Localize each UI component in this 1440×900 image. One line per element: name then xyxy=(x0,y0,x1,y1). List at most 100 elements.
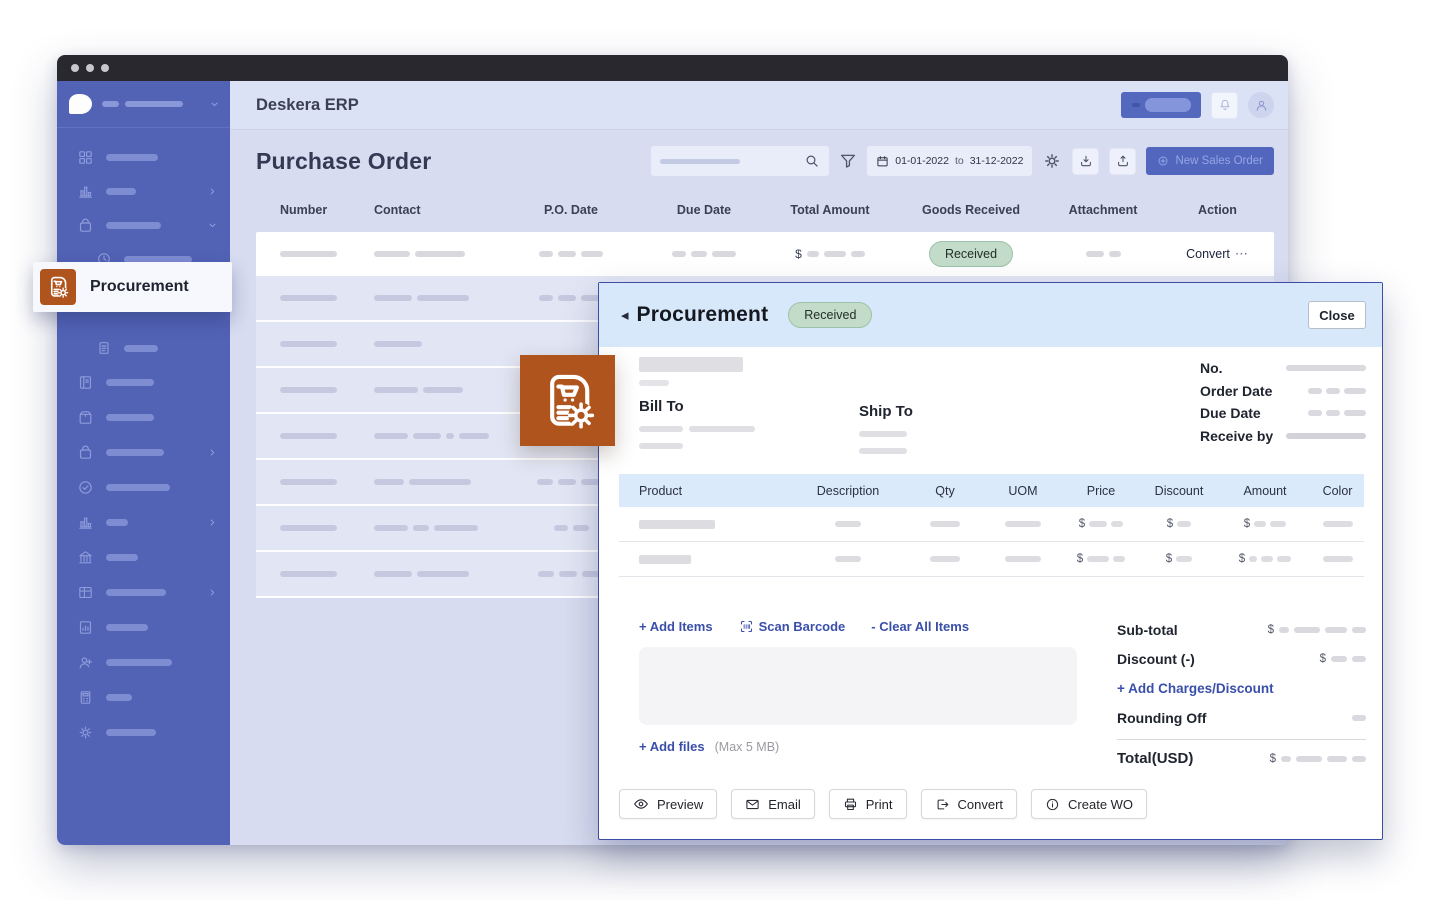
placeholder-bar xyxy=(1326,388,1340,394)
new-sales-order-button[interactable]: New Sales Order xyxy=(1146,147,1274,175)
window-control-icon[interactable] xyxy=(71,64,79,72)
sidebar-item[interactable] xyxy=(57,400,230,435)
filter-icon[interactable] xyxy=(839,152,857,170)
column-header: P.O. Date xyxy=(498,203,644,217)
discount-value[interactable]: $ xyxy=(1320,653,1366,665)
bell-icon xyxy=(1218,98,1232,112)
currency-symbol: $ xyxy=(1268,624,1274,636)
placeholder-bar xyxy=(1113,556,1125,562)
status-badge: Received xyxy=(788,302,872,328)
receive-by-field[interactable] xyxy=(1286,433,1366,439)
placeholder-bar xyxy=(124,345,158,352)
placeholder-bar xyxy=(106,554,138,561)
placeholder-bar xyxy=(1249,556,1257,562)
sidebar-item[interactable] xyxy=(57,505,230,540)
sidebar-item[interactable] xyxy=(57,140,230,174)
export-button[interactable] xyxy=(1109,148,1136,175)
close-button[interactable]: Close xyxy=(1308,301,1366,329)
add-charges-discount-link[interactable]: + Add Charges/Discount xyxy=(1117,681,1274,696)
document-icon xyxy=(96,340,112,356)
rounding-off-value[interactable] xyxy=(1352,715,1366,721)
placeholder-bar xyxy=(824,251,846,257)
date-range-picker[interactable]: 01-01-2022 to 31-12-2022 xyxy=(867,146,1032,176)
window-control-icon[interactable] xyxy=(101,64,109,72)
import-button[interactable] xyxy=(1072,148,1099,175)
placeholder-bar xyxy=(413,433,441,439)
sidebar-item[interactable] xyxy=(57,575,230,610)
placeholder-bar xyxy=(106,414,154,421)
convert-button[interactable]: Convert xyxy=(921,789,1018,819)
sidebar-item[interactable] xyxy=(57,174,230,208)
sidebar-item[interactable] xyxy=(57,680,230,715)
window-titlebar xyxy=(57,55,1288,81)
header-primary-button[interactable] xyxy=(1121,92,1201,118)
sidebar-item-procurement[interactable]: Procurement xyxy=(33,262,232,312)
table-row[interactable]: $ Received Convert⋯ xyxy=(256,232,1274,276)
settings-gear-icon[interactable] xyxy=(1042,151,1062,171)
no-field[interactable] xyxy=(1286,365,1366,371)
column-header: Action xyxy=(1160,203,1275,217)
placeholder-bar xyxy=(558,479,576,485)
sidebar-item[interactable] xyxy=(57,715,230,750)
user-avatar[interactable] xyxy=(1248,92,1274,118)
chevron-right-icon xyxy=(207,186,218,197)
eye-icon xyxy=(633,796,649,812)
scan-barcode-link[interactable]: Scan Barcode xyxy=(739,619,846,634)
placeholder-bar xyxy=(660,159,740,164)
preview-button[interactable]: Preview xyxy=(619,789,717,819)
currency-symbol: $ xyxy=(795,247,802,261)
bank-icon xyxy=(77,549,94,566)
placeholder-bar xyxy=(1325,627,1347,633)
bill-to-label: Bill To xyxy=(639,398,859,415)
placeholder-bar xyxy=(102,101,119,107)
sidebar-item[interactable] xyxy=(57,470,230,505)
back-icon[interactable]: ◂ xyxy=(621,306,629,324)
no-label: No. xyxy=(1200,360,1223,376)
placeholder-bar xyxy=(1270,521,1286,527)
email-button[interactable]: Email xyxy=(731,789,815,819)
app-title: Deskera ERP xyxy=(256,96,359,115)
item-actions: + Add Items Scan Barcode - Clear All Ite… xyxy=(639,619,1097,634)
order-date-field[interactable] xyxy=(1308,388,1366,394)
placeholder-bar xyxy=(374,251,410,257)
page-title: Purchase Order xyxy=(256,148,431,175)
notifications-button[interactable] xyxy=(1211,92,1238,119)
sidebar-item[interactable] xyxy=(57,610,230,645)
sidebar-item[interactable] xyxy=(57,208,230,242)
window-control-icon[interactable] xyxy=(86,64,94,72)
item-row[interactable]: $ $ $ xyxy=(619,507,1364,542)
items-table-header: Product Description Qty UOM Price Discou… xyxy=(619,474,1364,507)
placeholder-bar xyxy=(106,519,128,526)
add-files-link[interactable]: + Add files xyxy=(639,739,705,754)
placeholder-bar xyxy=(554,525,568,531)
sidebar-subitem[interactable] xyxy=(57,331,230,365)
column-header: Due Date xyxy=(644,203,764,217)
item-row[interactable]: $ $ $ xyxy=(619,542,1364,577)
placeholder-bar xyxy=(639,520,715,529)
chart-icon xyxy=(77,183,94,200)
sidebar-item[interactable] xyxy=(57,365,230,400)
create-wo-button[interactable]: Create WO xyxy=(1031,789,1147,819)
sidebar-item[interactable] xyxy=(57,645,230,680)
sidebar-item[interactable] xyxy=(57,540,230,575)
search-input[interactable] xyxy=(651,146,829,176)
sidebar-logo-header[interactable] xyxy=(57,81,230,128)
clear-all-items-link[interactable]: - Clear All Items xyxy=(871,619,969,634)
placeholder-bar xyxy=(1286,365,1366,371)
row-more-icon[interactable]: ⋯ xyxy=(1235,246,1249,262)
convert-action[interactable]: Convert xyxy=(1186,247,1230,261)
print-button[interactable]: Print xyxy=(829,789,907,819)
placeholder-bar xyxy=(280,341,337,347)
box-icon xyxy=(77,409,94,426)
ship-to-label: Ship To xyxy=(859,403,913,420)
memo-box[interactable] xyxy=(639,647,1077,725)
add-items-link[interactable]: + Add Items xyxy=(639,619,713,634)
placeholder-bar xyxy=(1277,556,1291,562)
column-header: Price xyxy=(1063,484,1139,498)
placeholder-bar xyxy=(1331,656,1347,662)
due-date-field[interactable] xyxy=(1308,410,1366,416)
modal-title: Procurement xyxy=(637,303,769,327)
convert-icon xyxy=(935,797,950,812)
sidebar-item[interactable] xyxy=(57,435,230,470)
column-header: Contact xyxy=(350,203,498,217)
